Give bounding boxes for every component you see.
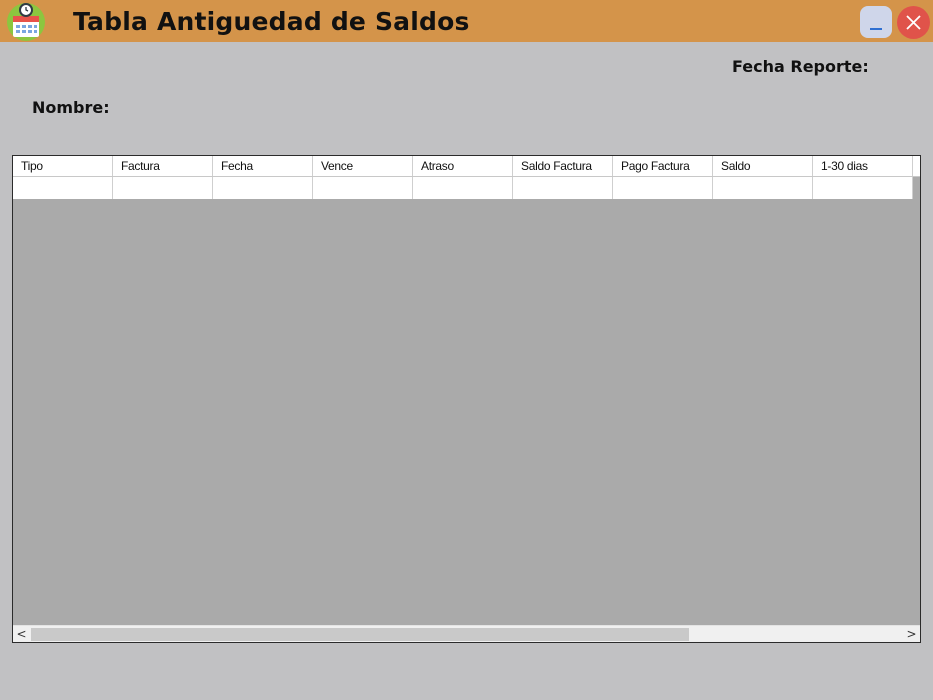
table-cell[interactable] — [513, 177, 613, 199]
table-cell[interactable] — [813, 177, 913, 199]
horizontal-scrollbar[interactable]: < > — [13, 625, 920, 642]
title-bar[interactable]: Tabla Antiguedad de Saldos — [0, 0, 933, 42]
table-cell[interactable] — [613, 177, 713, 199]
column-header-1-30-dias[interactable]: 1-30 dias — [813, 156, 913, 176]
scrollbar-thumb[interactable] — [31, 628, 689, 641]
nombre-label: Nombre: — [32, 98, 110, 117]
scroll-left-button[interactable]: < — [13, 626, 30, 642]
header-filler — [913, 156, 920, 176]
scroll-right-button[interactable]: > — [903, 626, 920, 642]
table-cell[interactable] — [313, 177, 413, 199]
minimize-icon — [870, 28, 882, 30]
aging-table[interactable]: Tipo Factura Fecha Vence Atraso Saldo Fa… — [12, 155, 921, 643]
column-header-vence[interactable]: Vence — [313, 156, 413, 176]
column-header-fecha[interactable]: Fecha — [213, 156, 313, 176]
row-filler — [913, 177, 920, 199]
column-header-saldo-factura[interactable]: Saldo Factura — [513, 156, 613, 176]
calendar-clock-icon — [4, 1, 48, 41]
minimize-button[interactable] — [860, 6, 892, 38]
table-header: Tipo Factura Fecha Vence Atraso Saldo Fa… — [13, 156, 920, 177]
column-header-tipo[interactable]: Tipo — [13, 156, 113, 176]
close-button[interactable] — [897, 6, 930, 39]
table-cell[interactable] — [213, 177, 313, 199]
column-header-factura[interactable]: Factura — [113, 156, 213, 176]
window-title: Tabla Antiguedad de Saldos — [73, 7, 470, 36]
table-cell[interactable] — [13, 177, 113, 199]
column-header-atraso[interactable]: Atraso — [413, 156, 513, 176]
column-header-pago-factura[interactable]: Pago Factura — [613, 156, 713, 176]
fecha-reporte-label: Fecha Reporte: — [732, 57, 869, 76]
column-header-saldo[interactable]: Saldo — [713, 156, 813, 176]
table-row[interactable] — [13, 177, 920, 199]
close-icon — [906, 15, 921, 30]
table-cell[interactable] — [413, 177, 513, 199]
table-cell[interactable] — [113, 177, 213, 199]
table-cell[interactable] — [713, 177, 813, 199]
